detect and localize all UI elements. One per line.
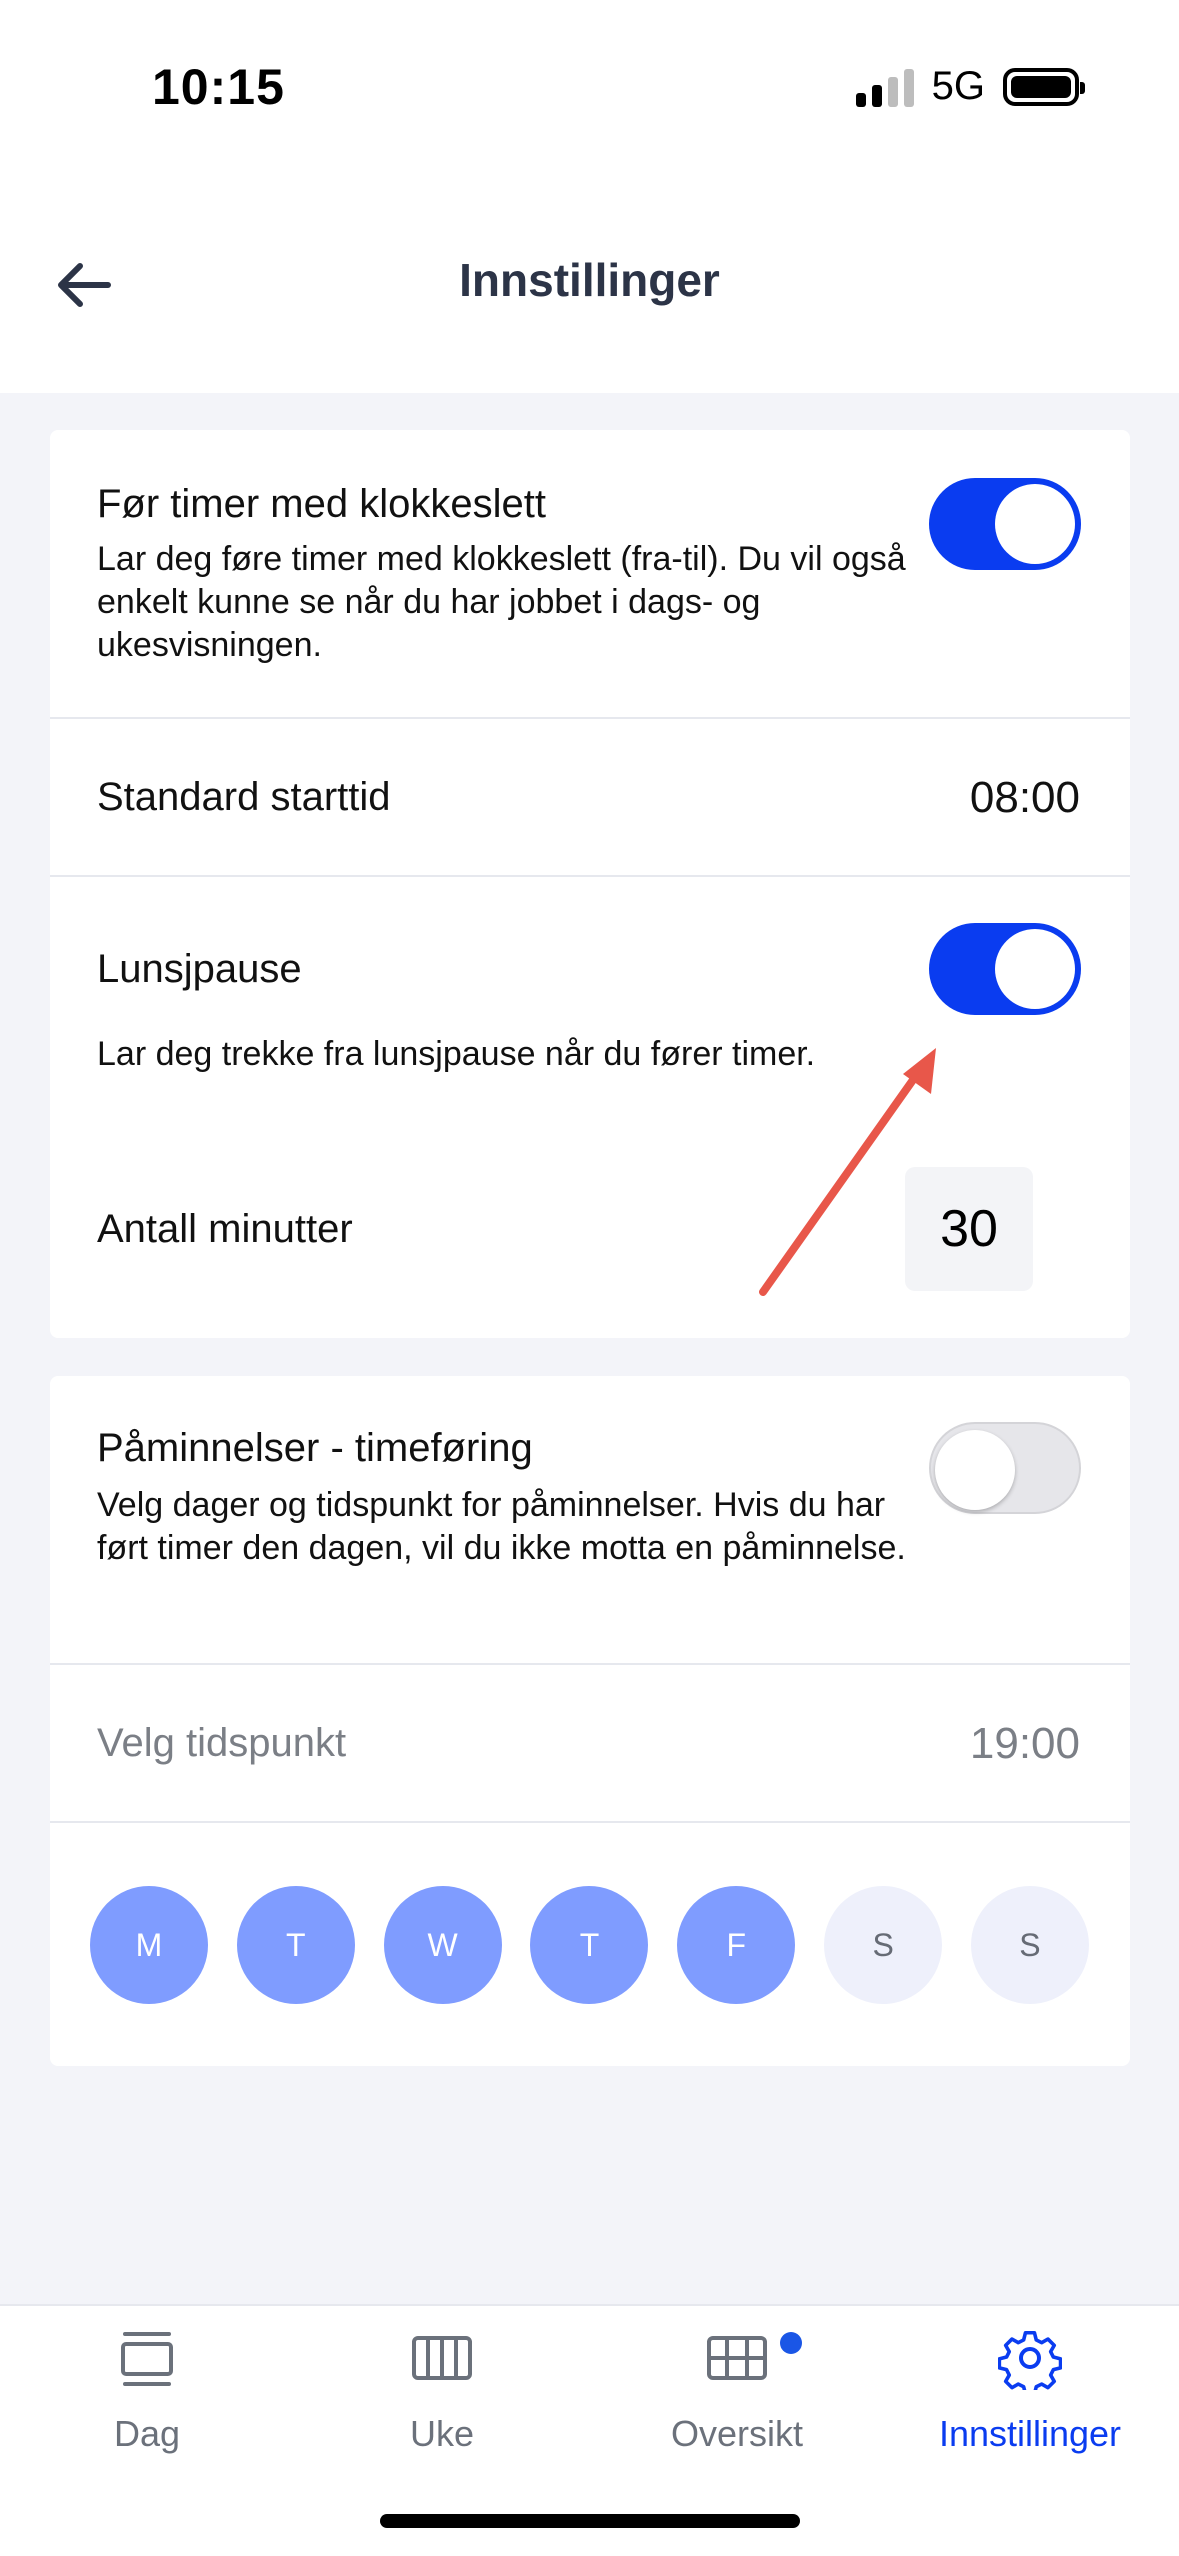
tab-label: Innstillinger bbox=[938, 2413, 1122, 2454]
start-time-label: Standard starttid bbox=[97, 775, 391, 819]
reminder-time-label: Velg tidspunkt bbox=[97, 1721, 347, 1765]
lunch-toggle[interactable] bbox=[929, 923, 1081, 1015]
home-indicator bbox=[380, 2514, 800, 2528]
reminders-description: Velg dager og tidspunkt for påminnelser.… bbox=[97, 1486, 906, 1567]
reminders-title: Påminnelser - timeføring bbox=[97, 1426, 533, 1470]
signal-icon bbox=[855, 67, 914, 107]
network-label: 5G bbox=[931, 64, 985, 108]
days-row-divider bbox=[50, 1821, 1130, 1823]
notification-dot bbox=[780, 2332, 802, 2354]
day-button[interactable]: M bbox=[90, 1886, 208, 2004]
status-time: 10:15 bbox=[152, 59, 285, 115]
start-time-row[interactable]: Standard starttid 08:00 bbox=[50, 717, 1130, 877]
day-button[interactable]: F bbox=[677, 1886, 796, 2004]
status-icons: 5G bbox=[855, 64, 1085, 109]
clock-description: Lar deg føre timer med klokkeslett (fra-… bbox=[97, 540, 906, 664]
day-button[interactable]: T bbox=[236, 1886, 355, 2004]
day-button[interactable]: S bbox=[970, 1886, 1089, 2004]
weekday-selector: M T W T F S S bbox=[90, 1886, 1089, 2004]
day-view-icon bbox=[121, 2332, 173, 2386]
reminder-time-row[interactable]: Velg tidspunkt 19:00 bbox=[50, 1663, 1130, 1823]
tab-label: Oversikt bbox=[670, 2413, 803, 2454]
battery-icon bbox=[1003, 67, 1085, 106]
start-time-value[interactable]: 08:00 bbox=[970, 773, 1080, 823]
tab-oversikt[interactable]: Oversikt bbox=[612, 2326, 862, 2455]
day-button[interactable]: W bbox=[383, 1886, 502, 2004]
minutes-label: Antall minutter bbox=[97, 1207, 353, 1251]
gear-icon bbox=[997, 2330, 1063, 2396]
lunch-minutes-input[interactable]: 30 bbox=[905, 1167, 1033, 1291]
lunch-description: Lar deg trekke fra lunsjpause når du før… bbox=[97, 1035, 816, 1073]
page-title: Innstillinger bbox=[459, 254, 720, 306]
week-view-icon bbox=[412, 2336, 472, 2380]
tab-label: Dag bbox=[113, 2413, 181, 2454]
tab-uke[interactable]: Uke bbox=[317, 2326, 567, 2455]
day-button[interactable]: S bbox=[824, 1886, 943, 2004]
clock-toggle[interactable] bbox=[929, 478, 1081, 570]
clock-title: Før timer med klokkeslett bbox=[97, 482, 546, 526]
grid-overview-icon bbox=[707, 2336, 767, 2380]
day-button[interactable]: T bbox=[530, 1886, 649, 2004]
top-bar: 10:15 5G Innstillinger bbox=[0, 0, 1179, 393]
tab-innstillinger[interactable]: Innstillinger bbox=[905, 2326, 1155, 2455]
reminders-toggle[interactable] bbox=[929, 1422, 1081, 1514]
reminder-time-value[interactable]: 19:00 bbox=[970, 1719, 1080, 1769]
tab-dag[interactable]: Dag bbox=[22, 2326, 272, 2455]
lunch-title: Lunsjpause bbox=[97, 947, 302, 991]
tab-label: Uke bbox=[409, 2413, 475, 2454]
